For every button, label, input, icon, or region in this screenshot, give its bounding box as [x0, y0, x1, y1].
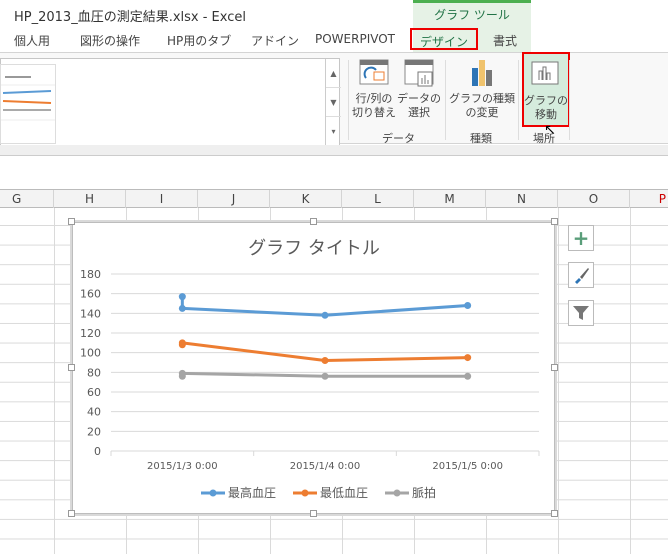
group-label-type: 種類 — [470, 132, 492, 145]
data-point — [178, 304, 186, 312]
switch-row-column-icon — [359, 59, 389, 85]
switch-row-column-button[interactable]: 行/列の 切り替え — [352, 58, 396, 128]
legend-label: 脈拍 — [412, 485, 436, 500]
resize-handle[interactable] — [310, 218, 317, 225]
chart-title: グラフ タイトル — [248, 238, 380, 259]
y-tick-label: 0 — [94, 445, 101, 458]
resize-handle[interactable] — [68, 364, 75, 371]
mouse-cursor-icon: ↖ — [544, 122, 556, 138]
column-header[interactable]: H — [54, 190, 126, 208]
chart[interactable]: グラフ タイトル 0 20 40 60 80 100 120 140 160 180 2015/1/3… — [70, 220, 557, 516]
legend-marker — [301, 489, 309, 497]
y-tick-label: 120 — [80, 327, 101, 340]
y-tick-label: 60 — [87, 386, 101, 399]
window-title: HP_2013_血圧の測定結果.xlsx - Excel — [14, 10, 246, 25]
tab-shape-ops[interactable]: 図形の操作 — [80, 32, 140, 49]
x-tick-label: 2015/1/4 0:00 — [290, 461, 361, 472]
tab-design[interactable]: デザイン — [410, 28, 478, 50]
data-point — [464, 372, 472, 380]
chart-tools-label: グラフ ツール — [434, 8, 510, 22]
move-chart-icon — [531, 61, 559, 85]
resize-handle[interactable] — [68, 510, 75, 517]
x-tick-label: 2015/1/5 0:00 — [432, 461, 503, 472]
chart-elements-plus-icon[interactable]: + — [568, 225, 594, 251]
column-header[interactable]: M — [414, 190, 486, 208]
move-chart-button[interactable]: グラフの 移動 — [522, 52, 570, 127]
gallery-more-icon[interactable]: ▾ — [326, 117, 341, 146]
column-header[interactable]: I — [126, 190, 198, 208]
data-point — [321, 357, 329, 365]
data-point — [178, 339, 186, 347]
column-header[interactable]: P — [630, 190, 668, 208]
select-data-button[interactable]: データの 選択 — [396, 58, 442, 128]
chart-filter-icon[interactable] — [568, 300, 594, 326]
data-point — [321, 372, 329, 380]
separator — [445, 60, 446, 140]
column-header[interactable]: O — [558, 190, 630, 208]
chart-canvas: グラフ タイトル 0 20 40 60 80 100 120 140 160 180 2015/1/3… — [80, 238, 540, 500]
group-label-data: データ — [382, 132, 415, 145]
y-tick-label: 20 — [87, 425, 101, 438]
data-point — [178, 293, 186, 301]
y-tick-label: 180 — [80, 268, 101, 281]
resize-handle[interactable] — [68, 218, 75, 225]
y-tick-label: 40 — [87, 406, 101, 419]
resize-handle[interactable] — [551, 218, 558, 225]
formula-bar[interactable] — [0, 156, 668, 190]
column-header[interactable]: N — [486, 190, 558, 208]
legend-marker — [209, 489, 217, 497]
column-header[interactable]: K — [270, 190, 342, 208]
legend-marker — [393, 489, 401, 497]
tab-addin[interactable]: アドイン — [251, 32, 299, 49]
separator — [348, 60, 349, 140]
column-header[interactable]: L — [342, 190, 414, 208]
y-tick-label: 140 — [80, 307, 101, 320]
scroll-up-icon[interactable]: ▲ — [326, 59, 341, 88]
separator — [569, 60, 570, 140]
y-tick-label: 160 — [80, 288, 101, 301]
ribbon-bottom-band — [0, 145, 668, 156]
column-header[interactable]: G — [0, 190, 54, 208]
resize-handle[interactable] — [551, 510, 558, 517]
data-point — [178, 369, 186, 377]
select-data-icon — [404, 59, 434, 87]
resize-handle[interactable] — [551, 364, 558, 371]
x-tick-label: 2015/1/3 0:00 — [147, 461, 218, 472]
tab-hp[interactable]: HP用のタブ — [167, 32, 231, 49]
resize-handle[interactable] — [310, 510, 317, 517]
chart-styles-brush-icon[interactable] — [568, 262, 594, 288]
y-tick-label: 100 — [80, 347, 101, 360]
gallery-scroll[interactable]: ▲ ▼ ▾ — [325, 59, 341, 146]
chart-type-icon — [472, 60, 492, 86]
scroll-down-icon[interactable]: ▼ — [326, 88, 341, 117]
chart-style-thumbnail[interactable] — [0, 64, 56, 144]
tab-powerpivot[interactable]: POWERPIVOT — [315, 32, 395, 46]
legend-label: 最高血圧 — [228, 485, 276, 500]
column-header[interactable]: J — [198, 190, 270, 208]
legend-label: 最低血圧 — [320, 486, 368, 500]
data-point — [464, 301, 472, 309]
tab-personal[interactable]: 個人用 — [14, 32, 50, 49]
separator — [518, 60, 519, 140]
y-tick-label: 80 — [87, 366, 101, 379]
data-point — [464, 354, 472, 362]
tab-format[interactable]: 書式 — [493, 32, 517, 49]
data-point — [321, 311, 329, 319]
change-chart-type-button[interactable]: グラフの種類 の変更 — [448, 58, 516, 128]
